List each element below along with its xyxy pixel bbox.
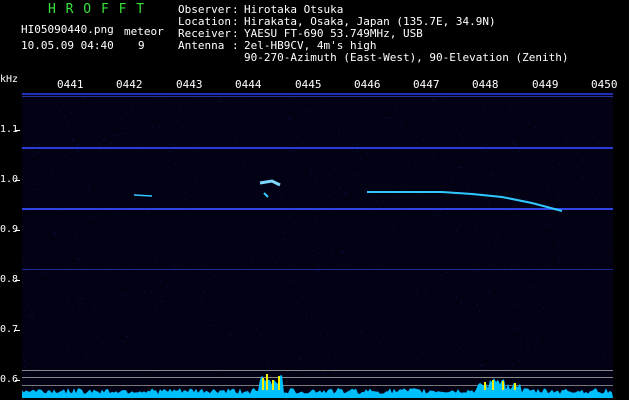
y-tick bbox=[15, 130, 20, 131]
antenna-value-2: 90-270-Azimuth (East-West), 90-Elevation… bbox=[244, 51, 569, 64]
x-tick-label: 0445 bbox=[295, 78, 322, 91]
gray-line-2 bbox=[22, 377, 613, 378]
band-line-1065 bbox=[22, 147, 613, 149]
y-tick bbox=[15, 330, 20, 331]
top-band-line-2 bbox=[22, 96, 613, 97]
gray-line-3 bbox=[22, 385, 613, 386]
meteor-label: meteor bbox=[124, 25, 164, 38]
file-name: HI05090440.png bbox=[21, 23, 114, 36]
x-tick-label: 0447 bbox=[413, 78, 440, 91]
x-tick-label: 0443 bbox=[176, 78, 203, 91]
band-line-0945 bbox=[22, 208, 613, 210]
spectrogram-plot bbox=[22, 93, 613, 398]
y-tick bbox=[15, 380, 20, 381]
meteor-count: 9 bbox=[138, 39, 145, 52]
y-tick bbox=[15, 230, 20, 231]
x-tick-label: 0448 bbox=[472, 78, 499, 91]
y-tick bbox=[15, 180, 20, 181]
antenna-key: Antenna bbox=[178, 39, 225, 52]
gray-line-1 bbox=[22, 370, 613, 371]
y-tick bbox=[15, 280, 20, 281]
top-band-line bbox=[22, 93, 613, 95]
band-line-0825 bbox=[22, 269, 613, 270]
x-tick-label: 0441 bbox=[57, 78, 84, 91]
antenna-sep: : bbox=[232, 39, 239, 52]
spectrogram-background bbox=[22, 93, 613, 398]
x-tick-label: 0450 bbox=[591, 78, 618, 91]
meteor-trail-small bbox=[133, 194, 153, 197]
y-axis-unit: kHz bbox=[0, 74, 19, 85]
x-tick-label: 0442 bbox=[116, 78, 143, 91]
hrofft-spectrogram-window: H R O F F T HI05090440.png 10.05.09 04:4… bbox=[0, 0, 629, 400]
app-title: H R O F F T bbox=[48, 2, 146, 17]
x-tick-label: 0446 bbox=[354, 78, 381, 91]
x-tick-label: 0449 bbox=[532, 78, 559, 91]
x-tick-label: 0444 bbox=[235, 78, 262, 91]
date-time: 10.05.09 04:40 bbox=[21, 39, 114, 52]
